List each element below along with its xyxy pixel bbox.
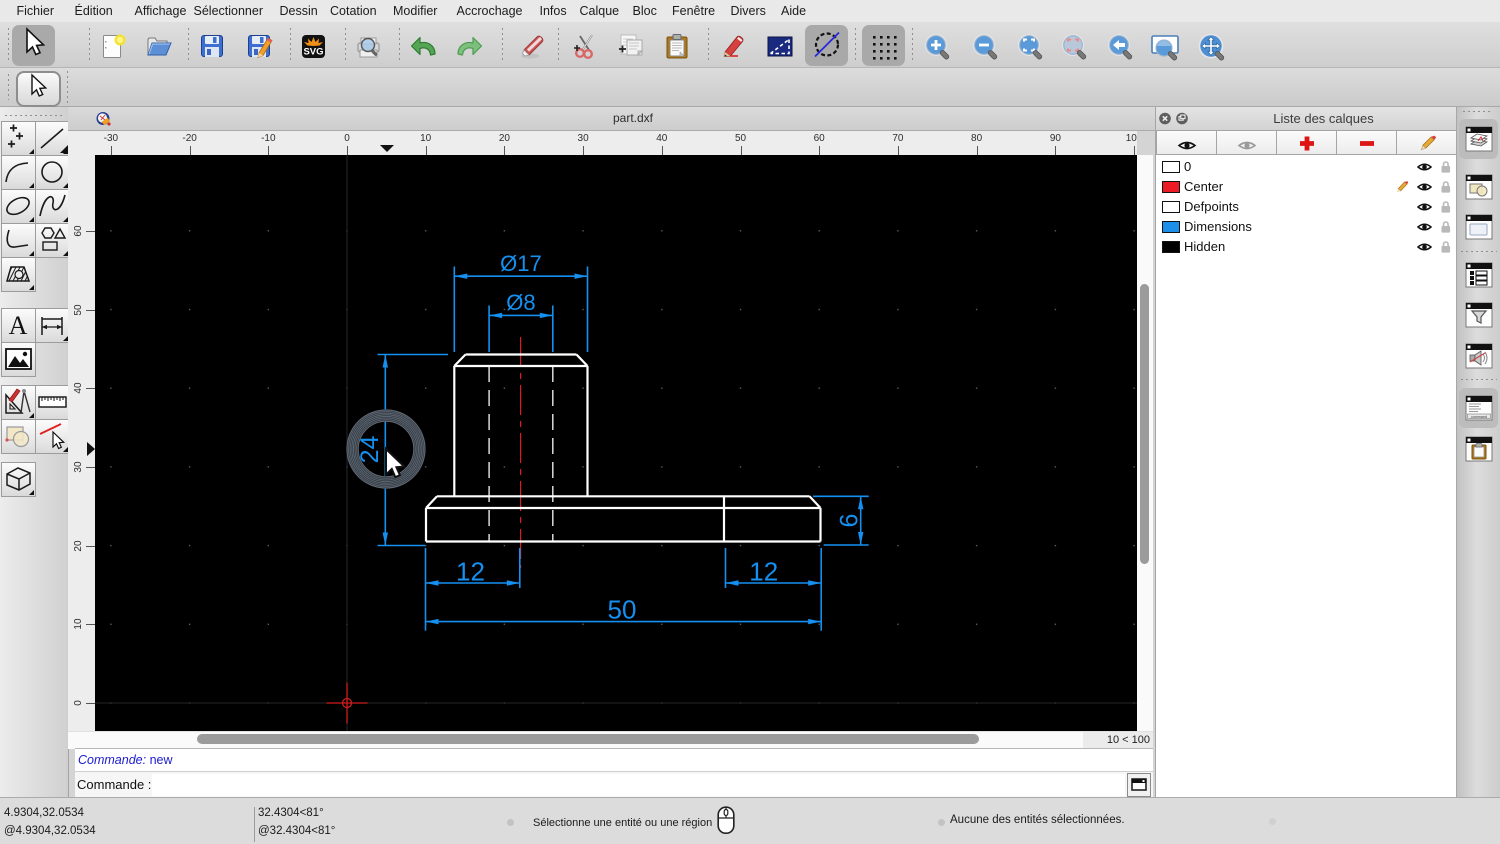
svg-text:6: 6	[836, 514, 864, 528]
svg-text:Ø17: Ø17	[500, 251, 542, 276]
svg-text:12: 12	[749, 557, 778, 587]
svg-text:command: command	[1471, 414, 1487, 418]
svg-text:50: 50	[608, 595, 637, 625]
svg-text:SVG: SVG	[303, 47, 323, 58]
svg-text:Ø8: Ø8	[506, 290, 535, 315]
svg-text:12: 12	[456, 557, 485, 587]
svg-text:A: A	[9, 311, 28, 340]
